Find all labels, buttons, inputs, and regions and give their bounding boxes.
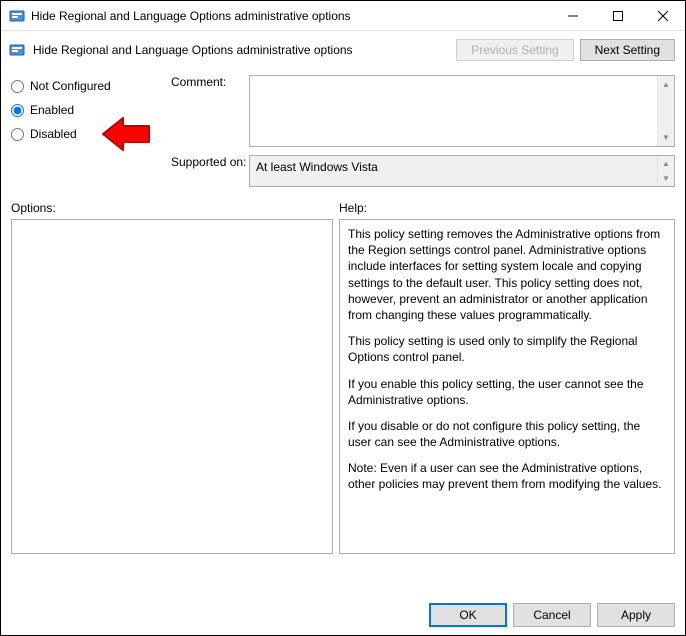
- header: Hide Regional and Language Options admin…: [1, 31, 685, 69]
- radio-not-configured[interactable]: Not Configured: [11, 79, 161, 93]
- ok-button[interactable]: OK: [429, 603, 507, 627]
- dialog-footer: OK Cancel Apply: [429, 603, 675, 627]
- policy-icon: [9, 42, 25, 58]
- header-subtitle: Hide Regional and Language Options admin…: [33, 43, 448, 57]
- radio-disabled[interactable]: Disabled: [11, 127, 161, 141]
- help-paragraph: If you enable this policy setting, the u…: [348, 376, 666, 408]
- comment-value: [250, 76, 674, 84]
- radio-input-enabled[interactable]: [11, 104, 24, 117]
- apply-button[interactable]: Apply: [597, 603, 675, 627]
- scroll-up-icon[interactable]: ▲: [658, 156, 674, 171]
- options-label: Options:: [11, 201, 339, 215]
- comment-textarea[interactable]: ▲ ▼: [249, 75, 675, 147]
- help-paragraph: This policy setting is used only to simp…: [348, 333, 666, 365]
- next-setting-button[interactable]: Next Setting: [580, 39, 675, 61]
- app-icon: [9, 8, 25, 24]
- options-panel: [11, 219, 333, 554]
- scrollbar[interactable]: ▲ ▼: [657, 156, 674, 186]
- radio-input-not-configured[interactable]: [11, 80, 24, 93]
- help-paragraph: Note: Even if a user can see the Adminis…: [348, 460, 666, 492]
- radio-label: Disabled: [30, 127, 77, 141]
- scroll-down-icon[interactable]: ▼: [658, 129, 674, 146]
- scroll-down-icon[interactable]: ▼: [658, 171, 674, 186]
- title-bar: Hide Regional and Language Options admin…: [1, 1, 685, 31]
- scroll-up-icon[interactable]: ▲: [658, 76, 674, 93]
- supported-on-field: At least Windows Vista ▲ ▼: [249, 155, 675, 187]
- close-button[interactable]: [640, 1, 685, 30]
- previous-setting-button: Previous Setting: [456, 39, 573, 61]
- window-title: Hide Regional and Language Options admin…: [31, 9, 550, 23]
- radio-enabled[interactable]: Enabled: [11, 103, 161, 117]
- supported-on-label: Supported on:: [171, 155, 241, 187]
- help-paragraph: If you disable or do not configure this …: [348, 418, 666, 450]
- minimize-button[interactable]: [550, 1, 595, 30]
- comment-label: Comment:: [171, 75, 241, 147]
- maximize-button[interactable]: [595, 1, 640, 30]
- radio-label: Not Configured: [30, 79, 111, 93]
- help-panel: This policy setting removes the Administ…: [339, 219, 675, 554]
- help-label: Help:: [339, 201, 367, 215]
- supported-on-value: At least Windows Vista: [250, 156, 674, 178]
- help-paragraph: This policy setting removes the Administ…: [348, 226, 666, 323]
- scrollbar[interactable]: ▲ ▼: [657, 76, 674, 146]
- radio-input-disabled[interactable]: [11, 128, 24, 141]
- radio-label: Enabled: [30, 103, 74, 117]
- cancel-button[interactable]: Cancel: [513, 603, 591, 627]
